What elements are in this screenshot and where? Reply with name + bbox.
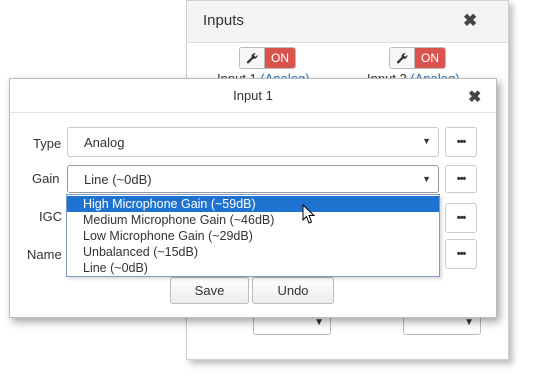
wrench-icon[interactable] — [390, 48, 415, 68]
dialog-title: Input 1 — [233, 88, 273, 103]
on-label: ON — [265, 48, 295, 68]
input2-toggle[interactable]: ON — [389, 47, 446, 69]
on-label: ON — [415, 48, 445, 68]
gain-options-list: High Microphone Gain (~59dB) Medium Micr… — [66, 194, 440, 277]
caret-down-icon: ▼ — [422, 174, 431, 184]
igc-label: IGC — [39, 209, 63, 224]
gain-label: Gain — [32, 171, 60, 186]
close-icon[interactable]: ✖ — [463, 11, 477, 31]
gain-more-button[interactable]: ••• — [445, 165, 477, 193]
caret-down-icon: ▼ — [464, 317, 474, 328]
gain-value: Line (~0dB) — [84, 172, 152, 187]
caret-down-icon: ▼ — [314, 317, 324, 328]
input1-toggle[interactable]: ON — [239, 47, 296, 69]
mouse-pointer-icon — [302, 203, 316, 228]
inputs-panel-title: Inputs — [203, 12, 244, 29]
wrench-icon[interactable] — [240, 48, 265, 68]
gain-option-medium[interactable]: Medium Microphone Gain (~46dB) — [67, 212, 439, 228]
save-button[interactable]: Save — [170, 277, 249, 304]
name-more-button[interactable]: ••• — [445, 239, 477, 269]
gain-select[interactable]: Line (~0dB) ▼ — [67, 165, 439, 193]
type-select[interactable]: Analog ▼ — [67, 127, 439, 157]
gain-option-low[interactable]: Low Microphone Gain (~29dB) — [67, 228, 439, 244]
name-label: Name — [27, 247, 62, 262]
gain-option-high[interactable]: High Microphone Gain (~59dB) — [67, 196, 439, 212]
igc-more-button[interactable]: ••• — [445, 203, 477, 233]
gain-option-line[interactable]: Line (~0dB) — [67, 260, 439, 276]
type-more-button[interactable]: ••• — [445, 127, 477, 157]
gain-option-unbalanced[interactable]: Unbalanced (~15dB) — [67, 244, 439, 260]
type-value: Analog — [84, 135, 125, 150]
caret-down-icon: ▼ — [422, 136, 431, 146]
undo-button[interactable]: Undo — [252, 277, 334, 304]
type-label: Type — [33, 136, 62, 151]
close-icon[interactable]: ✖ — [468, 87, 481, 107]
